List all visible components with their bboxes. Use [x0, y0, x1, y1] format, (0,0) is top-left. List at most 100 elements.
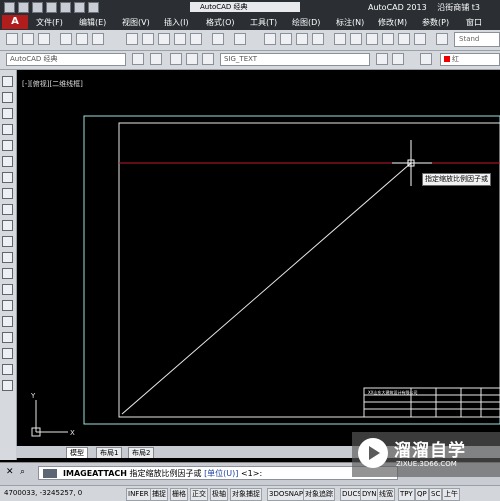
make-current-layer-icon[interactable] — [376, 53, 388, 65]
status-qp[interactable]: QP — [415, 488, 429, 501]
polygon-icon[interactable] — [2, 124, 13, 135]
tab-layout2[interactable]: 布局2 — [128, 447, 155, 458]
menu-draw[interactable]: 绘图(D) — [292, 17, 320, 28]
ellipse-icon[interactable] — [2, 220, 13, 231]
zoom-realtime-icon[interactable] — [280, 33, 292, 45]
open-file-icon[interactable] — [18, 2, 29, 13]
status-grid[interactable]: 栅格 — [170, 488, 188, 501]
spline-icon[interactable] — [2, 204, 13, 215]
copy-icon[interactable] — [142, 33, 154, 45]
layer-on-icon[interactable] — [170, 53, 182, 65]
text-style-select[interactable]: Stand — [454, 32, 500, 47]
markup-icon[interactable] — [398, 33, 410, 45]
open-icon[interactable] — [22, 33, 34, 45]
print-icon[interactable] — [60, 2, 71, 13]
status-ortho[interactable]: 正交 — [190, 488, 208, 501]
make-block-icon[interactable] — [2, 268, 13, 279]
status-3dosnap[interactable]: 3DOSNAP — [267, 488, 306, 501]
undo-icon[interactable] — [212, 33, 224, 45]
status-infer[interactable]: INFER — [126, 488, 151, 501]
workspace-settings-icon[interactable] — [132, 53, 144, 65]
status-otrack[interactable]: 对象追踪 — [303, 488, 335, 501]
tool-palettes-icon[interactable] — [366, 33, 378, 45]
pan-icon[interactable] — [264, 33, 276, 45]
redo-icon[interactable] — [234, 33, 246, 45]
menu-view[interactable]: 视图(V) — [122, 17, 150, 28]
arc-icon[interactable] — [2, 156, 13, 167]
plot-preview-icon[interactable] — [76, 33, 88, 45]
gradient-icon[interactable] — [2, 316, 13, 327]
command-option-unit[interactable]: [单位(U)] — [204, 469, 238, 478]
properties-icon[interactable] — [334, 33, 346, 45]
layer-properties-icon[interactable] — [150, 53, 162, 65]
menu-tools[interactable]: 工具(T) — [250, 17, 277, 28]
tab-layout1[interactable]: 布局1 — [96, 447, 123, 458]
plot-icon[interactable] — [60, 33, 72, 45]
command-close-icon[interactable]: ✕ — [6, 467, 14, 477]
menu-window[interactable]: 窗口 — [466, 17, 482, 28]
multiline-text-icon[interactable] — [2, 364, 13, 375]
workspace-select[interactable]: AutoCAD 经典 — [6, 53, 126, 66]
viewport-controls[interactable]: [-][俯视][二维线框] — [22, 79, 83, 89]
paste-icon[interactable] — [158, 33, 170, 45]
cut-icon[interactable] — [126, 33, 138, 45]
save-icon[interactable] — [38, 33, 50, 45]
undo-icon[interactable] — [74, 2, 85, 13]
table-icon[interactable] — [2, 348, 13, 359]
command-input[interactable]: IMAGEATTACH 指定缩放比例因子或 [单位(U)] <1>: — [38, 466, 398, 480]
status-dyn[interactable]: DYN — [360, 488, 379, 501]
region-icon[interactable] — [2, 332, 13, 343]
status-sc[interactable]: SC — [429, 488, 443, 501]
menu-file[interactable]: 文件(F) — [36, 17, 63, 28]
tab-model[interactable]: 模型 — [66, 447, 88, 458]
insert-block-icon[interactable] — [2, 252, 13, 263]
zoom-window-icon[interactable] — [296, 33, 308, 45]
layer-previous-icon[interactable] — [392, 53, 404, 65]
design-center-icon[interactable] — [350, 33, 362, 45]
layer-select[interactable]: SIG_TEXT — [220, 53, 370, 66]
status-tpy[interactable]: TPY — [398, 488, 415, 501]
command-search-icon[interactable]: ⌕ — [20, 467, 25, 477]
rectangle-icon[interactable] — [2, 140, 13, 151]
drawing-canvas[interactable]: XX山东大建筑设计有限公司 Y X — [16, 70, 500, 446]
menu-modify[interactable]: 修改(M) — [378, 17, 407, 28]
menu-edit[interactable]: 编辑(E) — [79, 17, 106, 28]
publish-icon[interactable] — [92, 33, 104, 45]
color-swatch-icon[interactable] — [420, 53, 432, 65]
sheet-set-icon[interactable] — [382, 33, 394, 45]
workspace-dropdown[interactable]: AutoCAD 经典 — [190, 2, 300, 12]
new-file-icon[interactable] — [4, 2, 15, 13]
new-icon[interactable] — [6, 33, 18, 45]
redo-icon[interactable] — [88, 2, 99, 13]
ellipse-arc-icon[interactable] — [2, 236, 13, 247]
status-polar[interactable]: 极轴 — [210, 488, 228, 501]
hatch-icon[interactable] — [2, 300, 13, 311]
revision-cloud-icon[interactable] — [2, 188, 13, 199]
color-select[interactable]: 红 — [440, 53, 500, 66]
layer-lock-icon[interactable] — [202, 53, 214, 65]
help-icon[interactable] — [436, 33, 448, 45]
menu-dimension[interactable]: 标注(N) — [336, 17, 364, 28]
point-icon[interactable] — [2, 284, 13, 295]
line-icon[interactable] — [2, 76, 13, 87]
menu-insert[interactable]: 插入(I) — [164, 17, 189, 28]
status-lineweight[interactable]: 线宽 — [377, 488, 395, 501]
paper-outer-border — [83, 115, 500, 425]
menu-parameter[interactable]: 参数(P) — [422, 17, 449, 28]
application-menu-button[interactable]: A — [2, 15, 28, 29]
construction-line-icon[interactable] — [2, 92, 13, 103]
layer-freeze-icon[interactable] — [186, 53, 198, 65]
match-properties-icon[interactable] — [174, 33, 186, 45]
dynamic-input-tooltip: 指定缩放比例因子或 — [422, 173, 491, 186]
save-icon[interactable] — [32, 2, 43, 13]
add-selected-icon[interactable] — [2, 380, 13, 391]
calculator-icon[interactable] — [414, 33, 426, 45]
save-as-icon[interactable] — [46, 2, 57, 13]
status-osnap[interactable]: 对象捕捉 — [230, 488, 262, 501]
polyline-icon[interactable] — [2, 108, 13, 119]
circle-icon[interactable] — [2, 172, 13, 183]
status-snap[interactable]: 捕捉 — [150, 488, 168, 501]
block-editor-icon[interactable] — [190, 33, 202, 45]
zoom-previous-icon[interactable] — [312, 33, 324, 45]
menu-format[interactable]: 格式(O) — [206, 17, 235, 28]
